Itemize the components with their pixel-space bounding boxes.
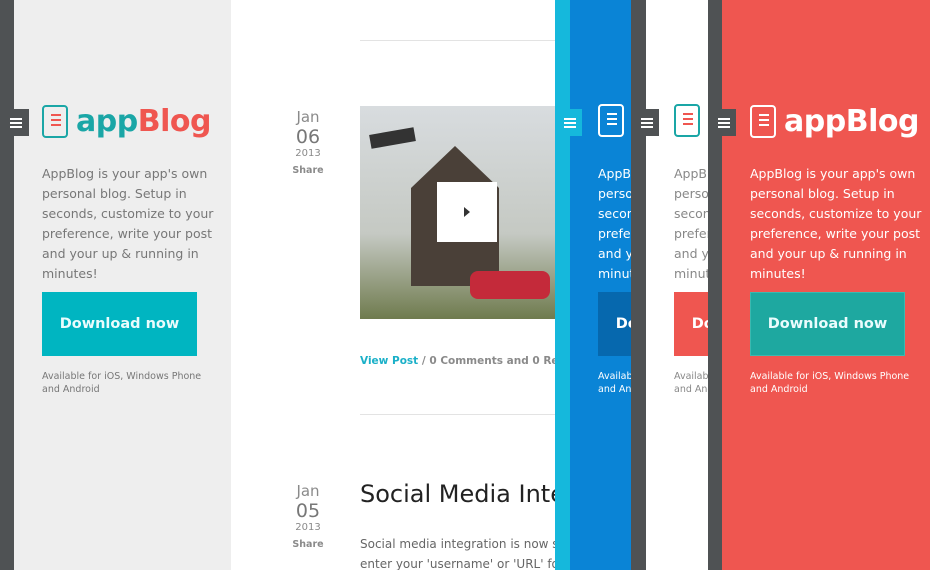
sidebar-white: AppBlog is your app's own personal blog.…: [646, 0, 708, 570]
availability-text: Available for iOS, Windows Phone and And…: [42, 371, 202, 395]
post-day: 05: [295, 500, 321, 522]
post-year: 2013: [295, 148, 321, 159]
availability-text: Available for iOS, Windows Phone and And…: [598, 371, 631, 395]
brand-suffix: Blog: [137, 104, 212, 139]
post-date: Jan 05 2013 Share: [283, 482, 333, 550]
sidebar-edge: [555, 0, 570, 570]
post-day: 06: [295, 126, 321, 148]
sidebar-red: appBlog AppBlog is your app's own person…: [722, 0, 930, 570]
logo[interactable]: appBlog: [750, 104, 919, 139]
book-icon: [674, 104, 700, 137]
blog-content: Jan 06 2013 Share View Post / 0 Comments…: [231, 0, 555, 570]
availability-text: Available for iOS, Windows Phone and And…: [750, 371, 910, 395]
brand-suffix: Blog: [845, 104, 920, 139]
view-post-link[interactable]: View Post: [360, 355, 418, 367]
share-link[interactable]: Share: [283, 165, 333, 176]
sidebar-blue: AppBlog is your app's own personal blog.…: [570, 0, 631, 570]
hamburger-icon: [640, 117, 653, 128]
logo[interactable]: appBlog: [42, 104, 211, 139]
menu-toggle-button[interactable]: [3, 109, 29, 136]
menu-toggle-button[interactable]: [557, 109, 582, 136]
availability-text: Available for iOS, Windows Phone and And…: [674, 371, 708, 395]
post-month: Jan: [296, 108, 320, 126]
post-title[interactable]: Social Media Integration: [360, 480, 555, 508]
sidebar-light: appBlog AppBlog is your app's own person…: [14, 0, 231, 570]
post-date: Jan 06 2013 Share: [283, 108, 333, 176]
meta-separator: /: [421, 355, 426, 367]
post-video-thumbnail[interactable]: [360, 106, 555, 319]
logo[interactable]: [674, 104, 700, 137]
sidebar-description: AppBlog is your app's own personal blog.…: [598, 166, 631, 281]
divider: [360, 40, 555, 41]
download-button[interactable]: Download now: [42, 292, 197, 356]
sidebar-description: AppBlog is your app's own personal blog.…: [42, 166, 214, 281]
book-icon: [750, 105, 776, 138]
book-icon: [42, 105, 68, 138]
download-button[interactable]: Download now: [750, 292, 905, 356]
sidebar-edge: [708, 0, 722, 570]
play-icon: [464, 207, 470, 217]
divider: [360, 414, 555, 415]
comments-link[interactable]: 0 Comments and 0 Reactions: [429, 355, 555, 367]
brand-prefix: app: [784, 104, 846, 139]
play-button[interactable]: [437, 182, 497, 242]
hamburger-icon: [717, 117, 730, 128]
sidebar-description: AppBlog is your app's own personal blog.…: [750, 166, 922, 281]
sidebar-description: AppBlog is your app's own personal blog.…: [674, 166, 708, 281]
download-button[interactable]: Download now: [598, 292, 631, 356]
book-icon: [598, 104, 624, 137]
menu-toggle-button[interactable]: [634, 109, 659, 136]
logo[interactable]: [598, 104, 624, 137]
post-excerpt: Social media integration is now supporte…: [360, 537, 555, 570]
hamburger-icon: [563, 117, 576, 128]
sidebar-edge: [0, 0, 14, 570]
menu-toggle-button[interactable]: [711, 109, 736, 136]
post-month: Jan: [296, 482, 320, 500]
download-button[interactable]: Download now: [674, 292, 708, 356]
post-meta: View Post / 0 Comments and 0 Reactions: [360, 355, 555, 367]
brand-prefix: app: [76, 104, 138, 139]
hamburger-icon: [10, 117, 22, 128]
sidebar-edge: [631, 0, 646, 570]
post-year: 2013: [295, 522, 321, 533]
share-link[interactable]: Share: [283, 539, 333, 550]
